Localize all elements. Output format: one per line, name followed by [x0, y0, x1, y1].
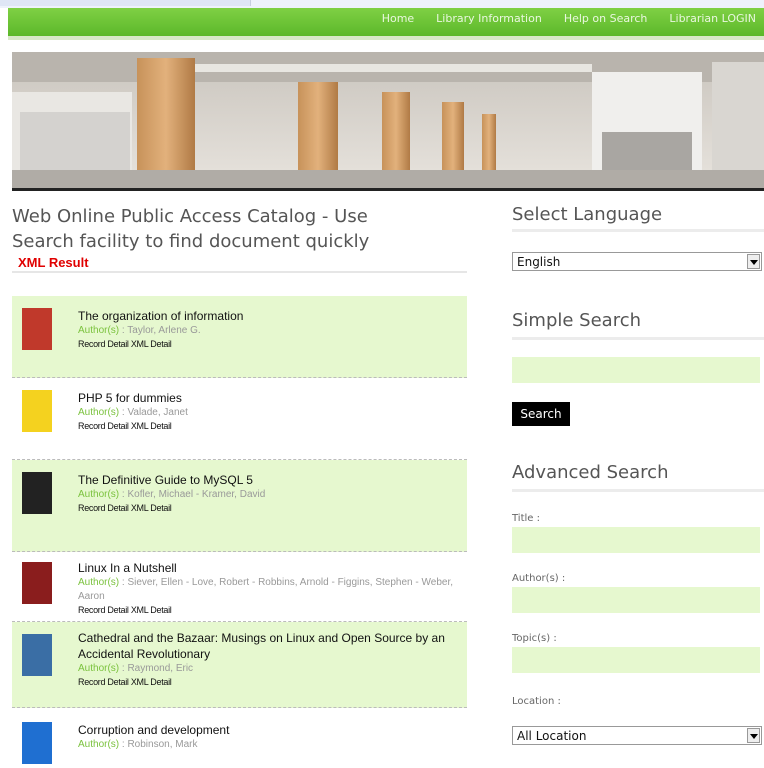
results-list: The organization of information Author(s…: [12, 296, 467, 768]
divider: [12, 271, 467, 273]
page-title-line2: Search facility to find document quickly: [12, 231, 370, 252]
simple-search-input[interactable]: [512, 357, 760, 383]
nav-librarian-login[interactable]: Librarian LOGIN: [669, 12, 756, 25]
result-title[interactable]: Corruption and development: [78, 722, 461, 738]
list-item: The organization of information Author(s…: [12, 296, 467, 378]
chevron-down-icon[interactable]: [747, 728, 760, 743]
result-title[interactable]: Linux In a Nutshell: [78, 560, 461, 576]
page-title: Web Online Public Access Catalog - Use S…: [12, 204, 472, 254]
title-field[interactable]: [512, 527, 760, 553]
author-field-label: Author(s) :: [512, 573, 566, 584]
author-names: : Taylor, Arlene G.: [119, 325, 201, 336]
author-label: Author(s): [78, 663, 120, 674]
chevron-down-icon[interactable]: [747, 254, 760, 269]
simple-search-heading: Simple Search: [512, 310, 642, 331]
list-item: The Definitive Guide to MySQL 5 Author(s…: [12, 460, 467, 552]
book-cover-image[interactable]: [22, 634, 52, 676]
search-button[interactable]: Search: [512, 402, 570, 426]
divider: [512, 337, 764, 340]
browser-strip: [0, 0, 764, 8]
page-title-line1: Web Online Public Access Catalog - Use: [12, 206, 368, 227]
detail-links[interactable]: Record Detail XML Detail: [78, 420, 461, 433]
author-field[interactable]: [512, 587, 760, 613]
xml-result-link[interactable]: XML Result: [18, 255, 89, 270]
book-cover-image[interactable]: [22, 562, 52, 604]
location-field-label: Location :: [512, 696, 561, 707]
top-nav: Home Library Information Help on Search …: [8, 8, 764, 40]
language-select-value: English: [517, 255, 561, 269]
book-cover-image[interactable]: [22, 722, 52, 764]
detail-links[interactable]: Record Detail XML Detail: [78, 338, 461, 351]
detail-links[interactable]: Record Detail XML Detail: [78, 502, 461, 515]
list-item: Corruption and development Author(s) : R…: [12, 708, 467, 768]
language-select[interactable]: English: [512, 252, 762, 271]
detail-links[interactable]: Record Detail XML Detail: [78, 676, 461, 689]
list-item: Cathedral and the Bazaar: Musings on Lin…: [12, 622, 467, 708]
result-title[interactable]: Cathedral and the Bazaar: Musings on Lin…: [78, 630, 461, 662]
advanced-search-heading: Advanced Search: [512, 462, 669, 483]
topic-field[interactable]: [512, 647, 760, 673]
topic-field-label: Topic(s) :: [512, 633, 557, 644]
author-names: : Robinson, Mark: [119, 739, 198, 750]
author-label: Author(s): [78, 325, 120, 336]
detail-links[interactable]: Record Detail XML Detail: [78, 604, 461, 617]
location-select[interactable]: All Location: [512, 726, 762, 745]
book-cover-image[interactable]: [22, 390, 52, 432]
result-title[interactable]: The organization of information: [78, 308, 461, 324]
browser-tab[interactable]: [0, 0, 251, 6]
author-names: : Raymond, Eric: [119, 663, 194, 674]
author-label: Author(s): [78, 489, 120, 500]
nav-help-on-search[interactable]: Help on Search: [564, 12, 648, 25]
list-item: Linux In a Nutshell Author(s) : Siever, …: [12, 552, 467, 622]
author-label: Author(s): [78, 577, 120, 588]
select-language-heading: Select Language: [512, 204, 663, 225]
divider: [512, 489, 764, 492]
result-title[interactable]: The Definitive Guide to MySQL 5: [78, 472, 461, 488]
book-cover-image[interactable]: [22, 472, 52, 514]
author-label: Author(s): [78, 739, 120, 750]
author-names: : Kofler, Michael - Kramer, David: [119, 489, 266, 500]
author-names: : Siever, Ellen - Love, Robert - Robbins…: [78, 577, 453, 602]
author-label: Author(s): [78, 407, 120, 418]
divider: [512, 229, 764, 232]
title-field-label: Title :: [512, 513, 540, 524]
author-names: : Valade, Janet: [119, 407, 188, 418]
book-cover-image[interactable]: [22, 308, 52, 350]
location-select-value: All Location: [517, 729, 587, 743]
list-item: PHP 5 for dummies Author(s) : Valade, Ja…: [12, 378, 467, 460]
nav-home[interactable]: Home: [382, 12, 414, 25]
library-banner-image: [12, 52, 764, 191]
result-title[interactable]: PHP 5 for dummies: [78, 390, 461, 406]
nav-library-information[interactable]: Library Information: [436, 12, 542, 25]
